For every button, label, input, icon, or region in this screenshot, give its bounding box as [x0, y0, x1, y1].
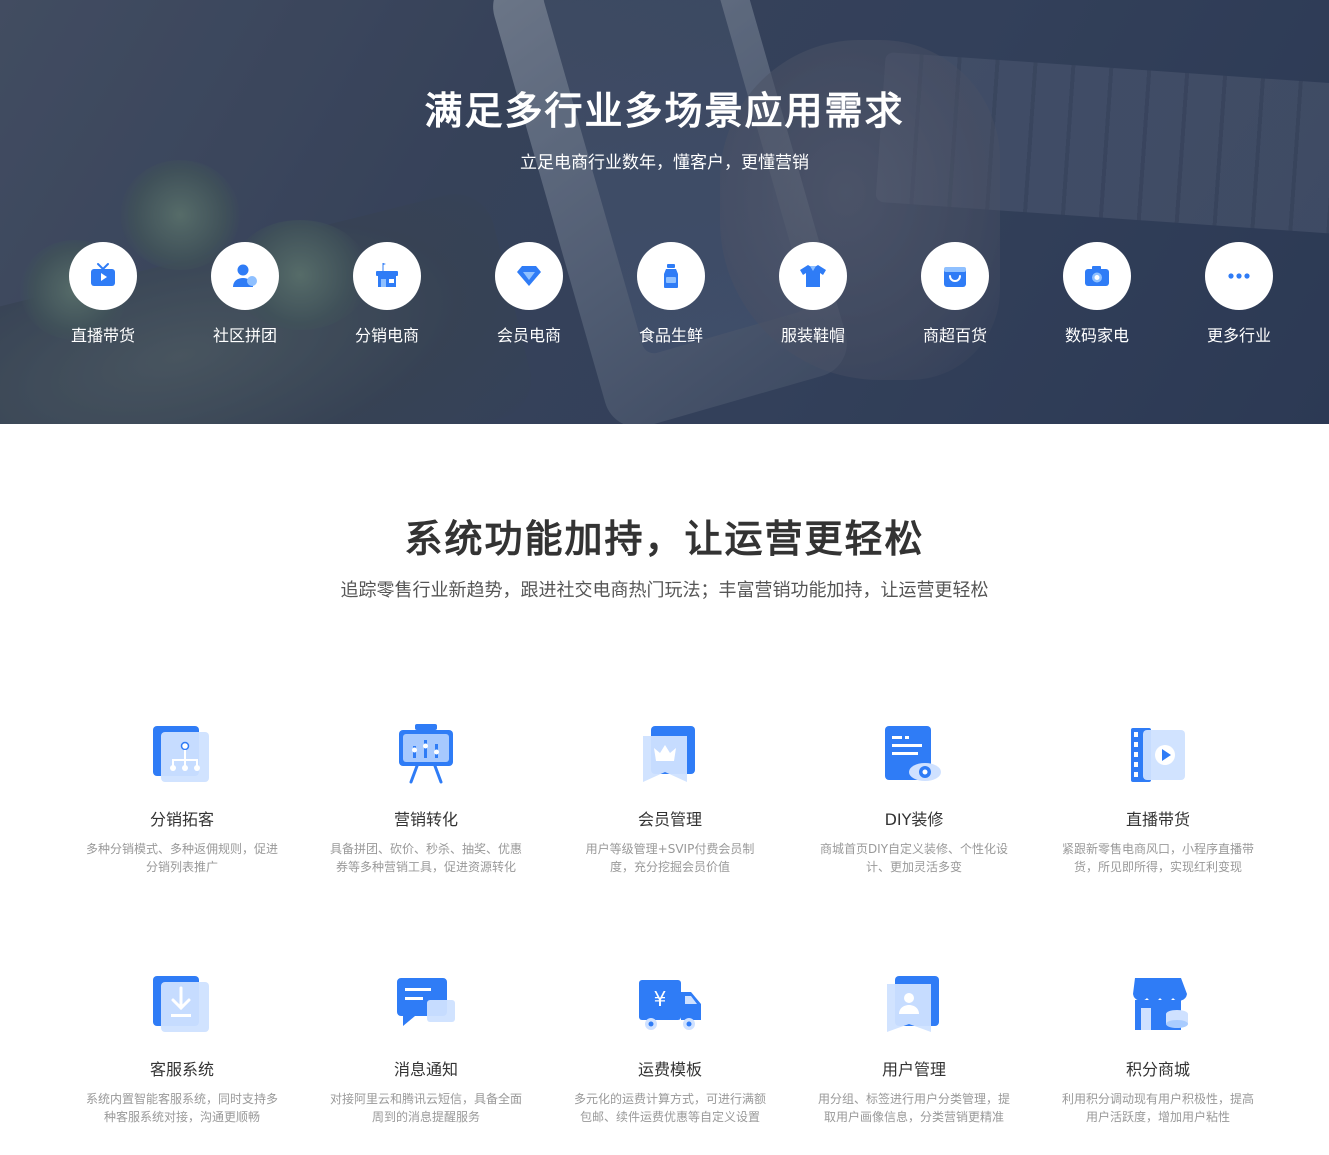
feature-card-live-selling[interactable]: 直播带货 紧跟新零售电商风口，小程序直播带货，所见即所得，实现红利变现 — [1058, 722, 1258, 876]
shop-coins-icon-graphic — [1133, 978, 1188, 1030]
feature-title: 营销转化 — [393, 810, 458, 829]
tv-icon — [91, 263, 115, 286]
feature-description: 紧跟新零售电商风口，小程序直播带货，所见即所得，实现红利变现 — [1062, 842, 1255, 874]
feature-title: 直播带货 — [1125, 810, 1190, 829]
message-bubble-icon — [393, 972, 459, 1038]
features-subtitle: 追踪零售行业新趋势，跟进社交电商热门玩法；丰富营销功能加持，让运营更轻松 — [340, 580, 989, 601]
video-film-icon-graphic — [1131, 728, 1185, 782]
feature-title: 运费模板 — [637, 1060, 702, 1079]
feature-description: 对接阿里云和腾讯云短信，具备全面周到的消息提醒服务 — [330, 1092, 523, 1124]
industry-icon-circle — [353, 242, 421, 310]
industry-label: 分销电商 — [354, 326, 419, 345]
industry-item-digital-appliances[interactable]: 数码家电 — [1047, 242, 1147, 346]
distribution-network-icon-graphic — [153, 726, 209, 782]
document-eye-icon — [881, 722, 947, 788]
industry-item-community-group[interactable]: 社区拼团 — [195, 242, 295, 346]
crown-badge-icon — [637, 722, 703, 788]
features-title: 系统功能加持，让运营更轻松 — [404, 517, 925, 561]
feature-card-notifications[interactable]: 消息通知 对接阿里云和腾讯云短信，具备全面周到的消息提醒服务 — [326, 972, 526, 1126]
download-box-icon — [149, 972, 215, 1038]
feature-description: 用分组、标签进行用户分类管理，提取用户画像信息，分类营销更精准 — [818, 1092, 1011, 1124]
feature-description: 系统内置智能客服系统，同时支持多种客服系统对接，沟通更顺畅 — [86, 1092, 279, 1124]
feature-description: 用户等级管理+SVIP付费会员制度，充分挖掘会员价值 — [585, 842, 755, 874]
feature-card-user-management[interactable]: 用户管理 用分组、标签进行用户分类管理，提取用户画像信息，分类营销更精准 — [814, 972, 1014, 1126]
industry-icon-circle — [1205, 242, 1273, 310]
industry-item-supermarket[interactable]: 商超百货 — [905, 242, 1005, 346]
camera-icon — [1085, 266, 1109, 286]
delivery-truck-icon: ¥ — [637, 972, 703, 1038]
user-card-icon — [881, 972, 947, 1038]
shopping-bag-icon — [944, 267, 966, 287]
industry-icon-circle — [779, 242, 847, 310]
feature-title: DIY装修 — [884, 810, 944, 829]
industry-icon-circle — [921, 242, 989, 310]
feature-description: 多种分销模式、多种返佣规则，促进分销列表推广 — [86, 842, 279, 874]
feature-description: 多元化的运费计算方式，可进行满额包邮、续件运费优惠等自定义设置 — [574, 1092, 767, 1124]
hero-overlay — [0, 0, 1329, 424]
industry-icon-circle — [1063, 242, 1131, 310]
feature-description: 利用积分调动现有用户积极性，提高用户活跃度，增加用户粘性 — [1062, 1092, 1255, 1124]
svg-text:¥: ¥ — [654, 987, 667, 1011]
distribution-network-icon — [149, 722, 215, 788]
feature-card-membership[interactable]: 会员管理 用户等级管理+SVIP付费会员制度，充分挖掘会员价值 — [570, 722, 770, 876]
industry-label: 会员电商 — [496, 326, 561, 345]
shop-coins-icon — [1125, 972, 1191, 1038]
feature-description: 商城首页DIY自定义装修、个性化设计、更加灵活多变 — [819, 842, 1009, 874]
hero-banner: 满足多行业多场景应用需求 立足电商行业数年，懂客户，更懂营销 直播带货 社区拼团 — [0, 0, 1329, 424]
industry-label: 社区拼团 — [212, 326, 277, 345]
feature-card-distribution[interactable]: 分销拓客 多种分销模式、多种返佣规则，促进分销列表推广 — [82, 722, 282, 876]
presentation-board-icon-graphic — [399, 724, 453, 784]
industry-label: 直播带货 — [70, 326, 135, 345]
user-card-icon-graphic — [887, 976, 939, 1032]
feature-title: 分销拓客 — [149, 810, 214, 829]
industry-item-fresh-food[interactable]: 食品生鲜 — [621, 242, 721, 346]
feature-title: 积分商城 — [1125, 1060, 1190, 1079]
feature-card-diy[interactable]: DIY装修 商城首页DIY自定义装修、个性化设计、更加灵活多变 — [814, 722, 1014, 876]
message-bubble-icon-graphic — [397, 978, 455, 1026]
milk-bottle-icon — [664, 264, 678, 288]
diamond-icon — [517, 266, 541, 286]
crown-badge-icon-graphic — [643, 726, 695, 782]
feature-title: 会员管理 — [637, 810, 702, 829]
hero-title: 满足多行业多场景应用需求 — [424, 89, 905, 133]
hero-subtitle: 立足电商行业数年，懂客户，更懂营销 — [520, 153, 809, 173]
industry-icon-circle — [495, 242, 563, 310]
industry-item-member-ecommerce[interactable]: 会员电商 — [479, 242, 579, 346]
industry-icon-circle — [211, 242, 279, 310]
store-icon — [376, 263, 398, 287]
feature-title: 客服系统 — [149, 1060, 214, 1079]
industry-label: 数码家电 — [1064, 326, 1129, 345]
document-eye-icon-graphic — [885, 726, 941, 781]
shirt-icon — [800, 265, 826, 287]
delivery-truck-icon-graphic: ¥ — [639, 980, 701, 1030]
feature-card-marketing[interactable]: 营销转化 具备拼团、砍价、秒杀、抽奖、优惠券等多种营销工具，促进资源转化 — [326, 722, 526, 876]
industry-item-live-selling[interactable]: 直播带货 — [53, 242, 153, 346]
feature-description: 具备拼团、砍价、秒杀、抽奖、优惠券等多种营销工具，促进资源转化 — [330, 842, 523, 874]
industry-item-more[interactable]: 更多行业 — [1189, 242, 1289, 346]
industry-item-distribution-ecommerce[interactable]: 分销电商 — [337, 242, 437, 346]
video-film-icon — [1125, 722, 1191, 788]
presentation-board-icon — [393, 722, 459, 788]
industry-label: 食品生鲜 — [638, 326, 703, 345]
industry-label: 商超百货 — [922, 326, 987, 345]
users-icon — [233, 264, 257, 287]
feature-card-shipping-template[interactable]: ¥ 运费模板 多元化的运费计算方式，可进行满额包邮、续件运费优惠等自定义设置 — [570, 972, 770, 1126]
download-box-icon-graphic — [153, 976, 209, 1032]
feature-card-points-mall[interactable]: 积分商城 利用积分调动现有用户积极性，提高用户活跃度，增加用户粘性 — [1058, 972, 1258, 1126]
more-dots-icon — [1228, 273, 1250, 279]
feature-card-customer-service[interactable]: 客服系统 系统内置智能客服系统，同时支持多种客服系统对接，沟通更顺畅 — [82, 972, 282, 1126]
industry-label: 更多行业 — [1206, 326, 1271, 345]
industry-icon-circle — [637, 242, 705, 310]
feature-title: 用户管理 — [881, 1060, 946, 1079]
industry-item-apparel[interactable]: 服装鞋帽 — [763, 242, 863, 346]
industry-icon-circle — [69, 242, 137, 310]
industry-label: 服装鞋帽 — [780, 326, 845, 345]
feature-title: 消息通知 — [393, 1060, 458, 1079]
